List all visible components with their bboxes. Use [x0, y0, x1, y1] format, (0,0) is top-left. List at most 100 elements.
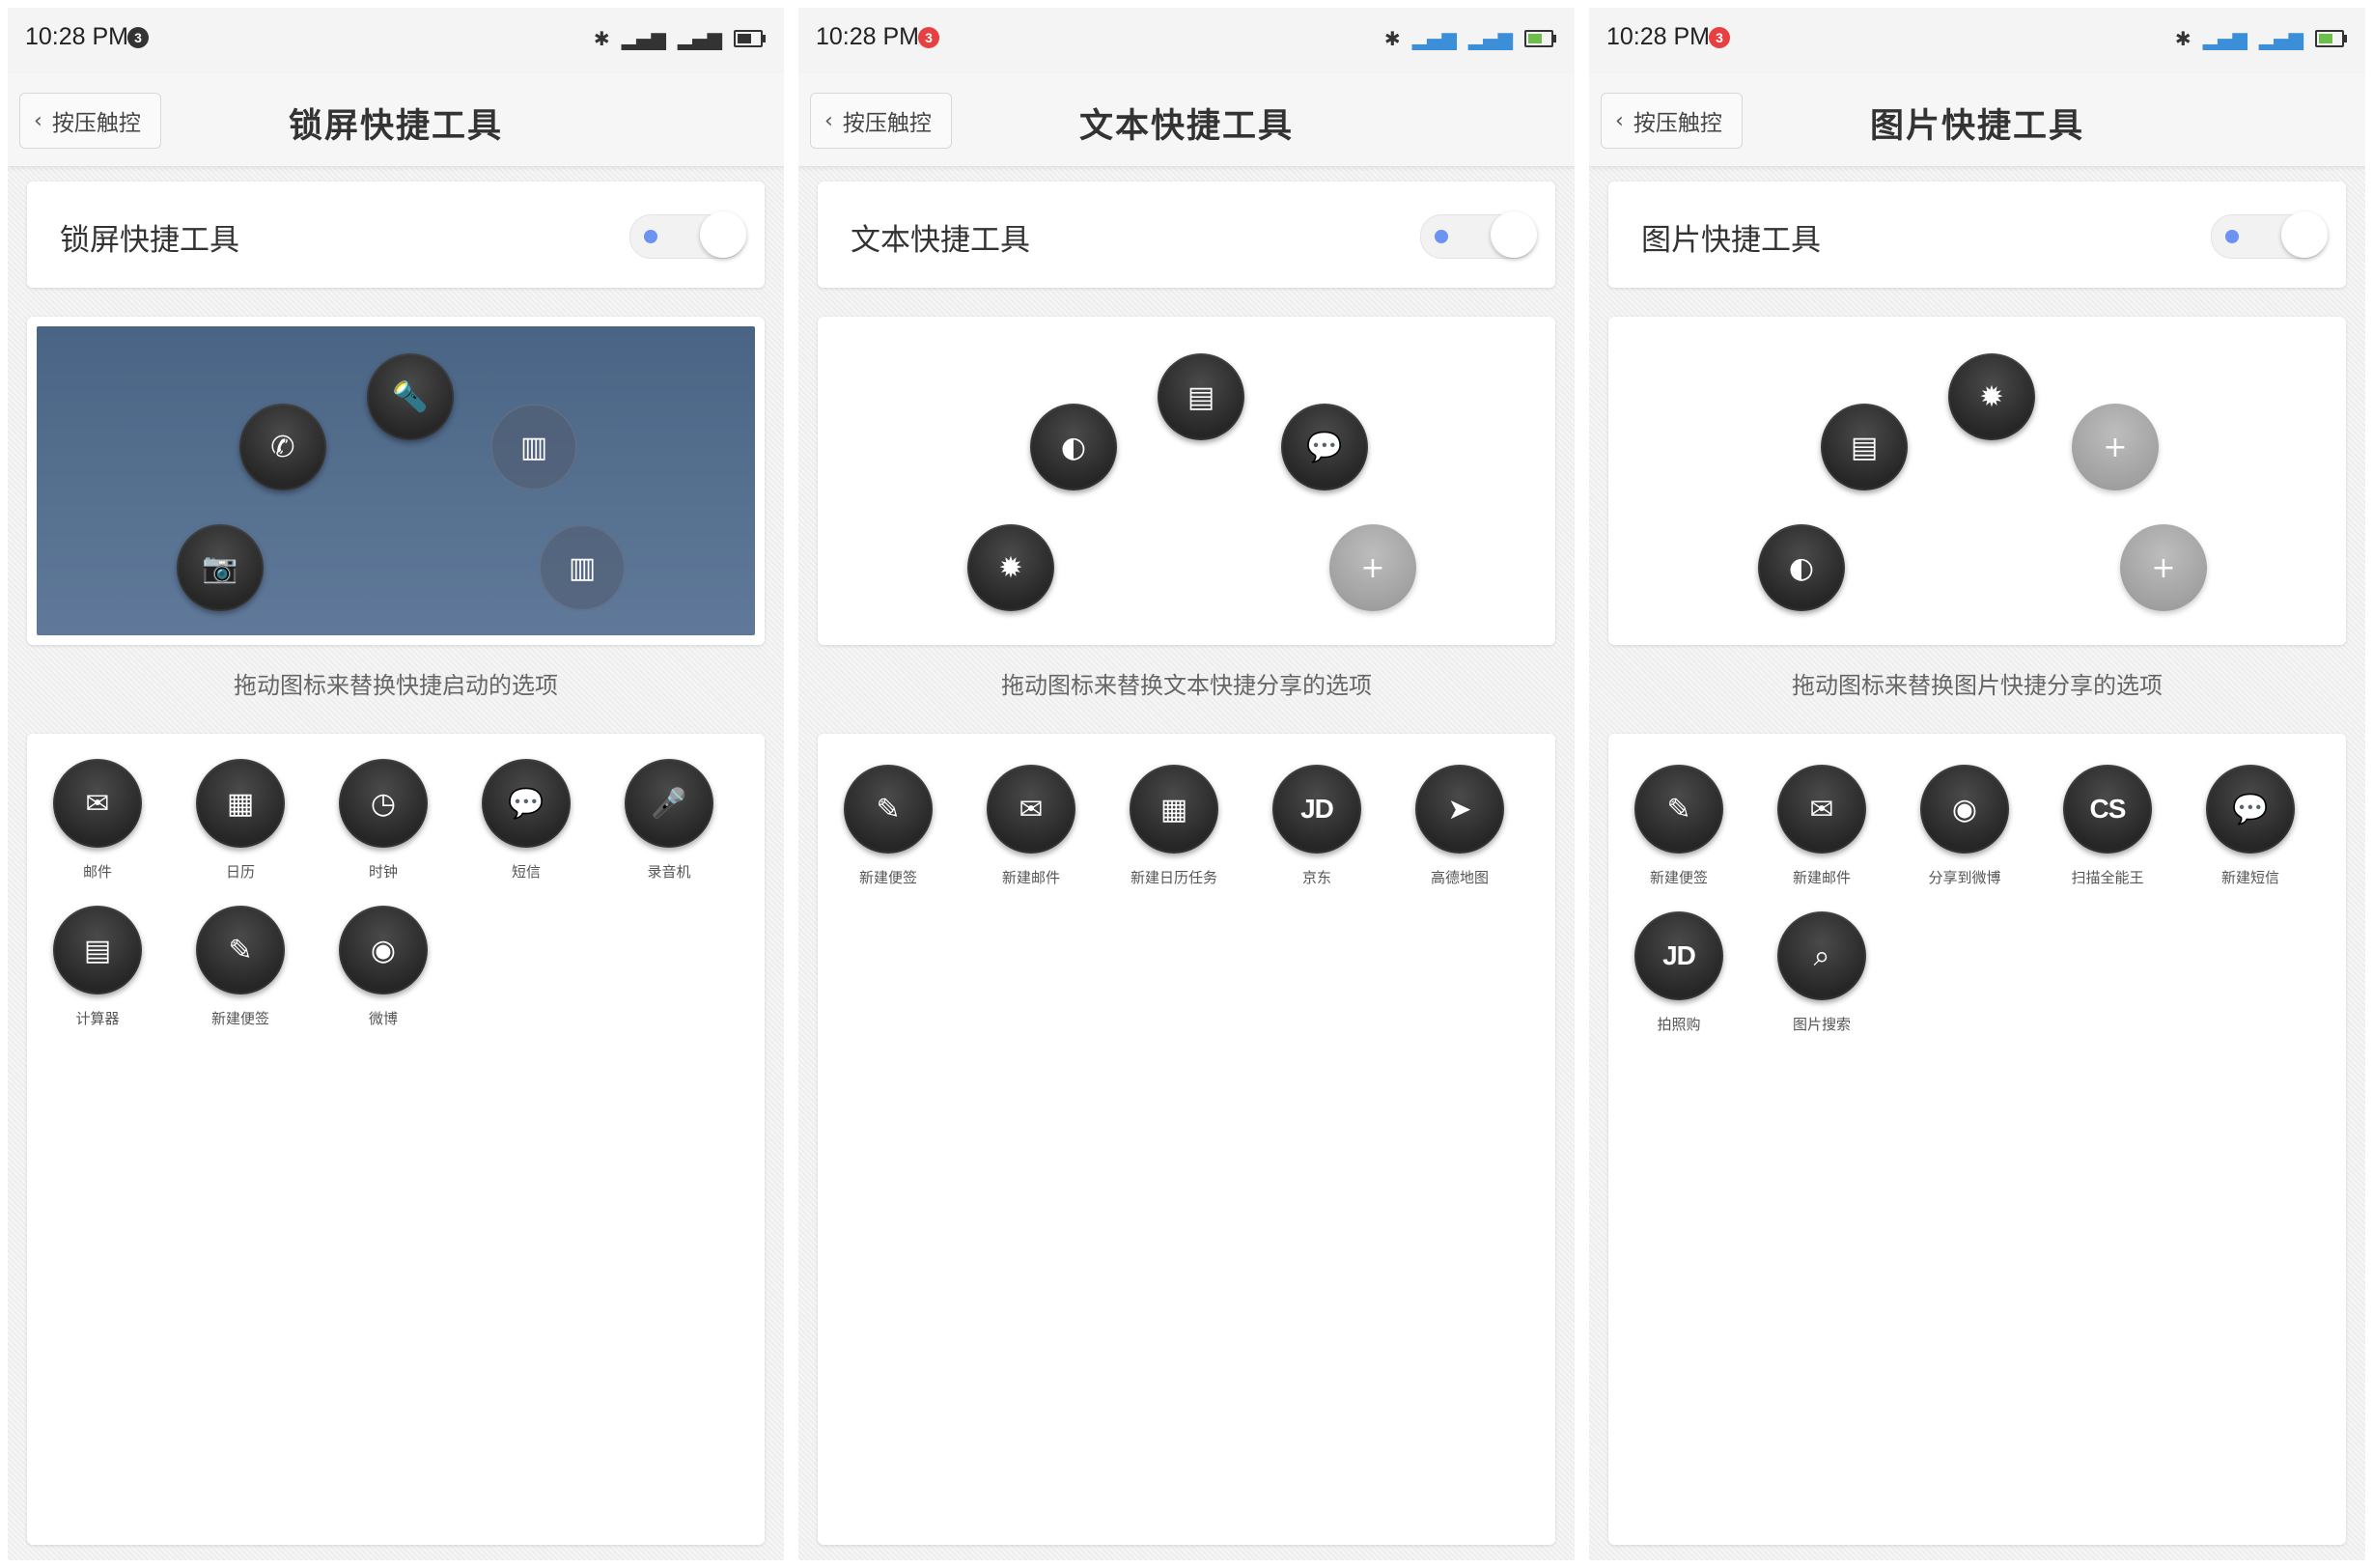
- toggle-icon: ◐: [1788, 550, 1815, 585]
- app-label: 微博: [368, 1010, 398, 1027]
- app-label: 新建短信: [2220, 869, 2279, 886]
- app-item[interactable]: ✉ 新建邮件: [968, 765, 1094, 887]
- flashlight-icon: 🔦: [392, 379, 429, 414]
- app-icon-button[interactable]: 💬: [482, 759, 571, 848]
- app-icon-button[interactable]: ✉: [53, 759, 142, 848]
- feature-toggle-switch[interactable]: [2211, 211, 2328, 259]
- signal-icon: ▂▄▆: [1467, 27, 1513, 50]
- app-icon-button[interactable]: ⌕: [1777, 911, 1866, 1000]
- signal-icon: ▂▄▆: [677, 27, 722, 50]
- battery-icon: [734, 30, 766, 47]
- app-item[interactable]: ◉ 微博: [321, 906, 446, 1028]
- brightness-icon: ✹: [1979, 379, 2004, 414]
- battery-icon: [1524, 30, 1556, 47]
- toggle-label: 图片快捷工具: [1641, 223, 1821, 258]
- app-item[interactable]: ▦ 新建日历任务: [1111, 765, 1237, 887]
- battery-icon: [2315, 30, 2347, 47]
- app-item[interactable]: 💬 短信: [463, 759, 589, 882]
- app-icon-button[interactable]: ✎: [844, 765, 933, 854]
- app-icon-button[interactable]: JD: [1272, 765, 1361, 854]
- available-apps-card: ✎ 新建便签 ✉ 新建邮件 ◉ 分享到微博 CS 扫描全能王 💬 新建短信 JD 拍照购 ⌕ 图片搜索: [1608, 734, 2346, 1545]
- app-icon-button[interactable]: 🎤: [625, 759, 713, 848]
- app-icon-button[interactable]: ◷: [339, 759, 428, 848]
- app-icon-button[interactable]: ✉: [987, 765, 1075, 854]
- microphone-icon: 🎤: [651, 786, 687, 821]
- app-item[interactable]: ◷ 时钟: [321, 759, 446, 882]
- app-icon-button[interactable]: JD: [1634, 911, 1723, 1000]
- preview-slot-toggle-icon[interactable]: ◐: [1030, 404, 1117, 490]
- toggle-icon: ◐: [1060, 430, 1087, 464]
- app-icon-button[interactable]: ◉: [1920, 765, 2009, 854]
- preview-slot-toggle-icon[interactable]: ◐: [1758, 524, 1845, 611]
- app-icon-button[interactable]: ✎: [1634, 765, 1723, 854]
- preview-slot-plus-icon[interactable]: +: [2072, 404, 2159, 490]
- app-item[interactable]: ◉ 分享到微博: [1902, 765, 2027, 887]
- plus-icon: +: [1360, 550, 1385, 585]
- feature-toggle-switch[interactable]: [629, 211, 746, 259]
- app-item[interactable]: CS 扫描全能王: [2045, 765, 2170, 887]
- signal-icon: ▂▄▆: [1411, 27, 1457, 50]
- phone-screen-3: 10:28 PM 3 ✱ ▂▄▆ ▂▄▆ ‹ 按压触控 图片快捷工具 图片快捷工具 ✹ ▤ + ◐ + 拖动…: [1589, 8, 2365, 1560]
- app-label: 录音机: [647, 863, 691, 881]
- shortcut-preview-card: 🔦 ✆ ▥ 📷 ▥: [27, 317, 765, 645]
- app-item[interactable]: ⌕ 图片搜索: [1759, 911, 1884, 1034]
- title-bar: ‹ 按压触控 锁屏快捷工具: [8, 73, 784, 167]
- preview-slot-flashlight-icon[interactable]: 🔦: [367, 353, 454, 440]
- app-icon-button[interactable]: 💬: [2206, 765, 2295, 854]
- preview-slot-brightness-icon[interactable]: ✹: [1948, 353, 2035, 440]
- preview-slot-plus-icon[interactable]: +: [2120, 524, 2207, 611]
- available-apps-card: ✎ 新建便签 ✉ 新建邮件 ▦ 新建日历任务 JD 京东 ➤ 高德地图: [818, 734, 1555, 1545]
- scanner-icon: ▥: [568, 550, 597, 585]
- app-icon-button[interactable]: ➤: [1415, 765, 1504, 854]
- camscanner-icon: CS: [2089, 794, 2127, 824]
- app-item[interactable]: ✎ 新建便签: [178, 906, 303, 1028]
- app-item[interactable]: JD 拍照购: [1616, 911, 1742, 1034]
- status-time: 10:28 PM: [1606, 23, 1711, 50]
- mail-icon: ✉: [1019, 792, 1044, 826]
- switch-knob[interactable]: [700, 211, 746, 258]
- switch-indicator-dot: [1435, 230, 1448, 243]
- translate-icon: ▤: [1850, 430, 1879, 464]
- bluetooth-icon: ✱: [2174, 27, 2192, 50]
- system-icons: ✱ ▂▄▆ ▂▄▆: [2174, 27, 2347, 50]
- app-icon-button[interactable]: ▦: [1130, 765, 1218, 854]
- feature-toggle-switch[interactable]: [1420, 211, 1537, 259]
- app-item[interactable]: 🎤 录音机: [606, 759, 732, 882]
- app-icon-button[interactable]: ▤: [53, 906, 142, 994]
- preview-slot-brightness-icon[interactable]: ✹: [967, 524, 1054, 611]
- app-item[interactable]: ✎ 新建便签: [1616, 765, 1742, 887]
- app-item[interactable]: ➤ 高德地图: [1397, 765, 1522, 887]
- preview-slot-translate-icon[interactable]: ▤: [1158, 353, 1244, 440]
- app-item[interactable]: JD 京东: [1254, 765, 1380, 887]
- preview-slot-scanner-icon[interactable]: ▥: [490, 404, 577, 490]
- drag-hint-text: 拖动图标来替换快捷启动的选项: [234, 672, 558, 699]
- phone-screen-1: 10:28 PM 3 ✱ ▂▄▆ ▂▄▆ ‹ 按压触控 锁屏快捷工具 锁屏快捷工具 🔦 ✆ ▥ 📷 ▥ 拖动…: [8, 8, 784, 1560]
- preview-slot-camera-icon[interactable]: 📷: [177, 524, 264, 611]
- app-item[interactable]: ▦ 日历: [178, 759, 303, 882]
- bluetooth-icon: ✱: [1383, 27, 1401, 50]
- app-icon-button[interactable]: CS: [2063, 765, 2152, 854]
- app-icon-button[interactable]: ◉: [339, 906, 428, 994]
- switch-knob[interactable]: [1491, 211, 1537, 258]
- app-icon-button[interactable]: ▦: [196, 759, 285, 848]
- app-icon-button[interactable]: ✉: [1777, 765, 1866, 854]
- preview-slot-scanner-icon[interactable]: ▥: [539, 524, 626, 611]
- app-item[interactable]: ▤ 计算器: [35, 906, 160, 1028]
- preview-slot-phone-icon[interactable]: ✆: [239, 404, 326, 490]
- preview-slot-message-icon[interactable]: 💬: [1281, 404, 1368, 490]
- app-item[interactable]: ✎ 新建便签: [825, 765, 951, 887]
- status-bar: 10:28 PM 3 ✱ ▂▄▆ ▂▄▆: [8, 8, 784, 73]
- note-edit-icon: ✎: [876, 792, 901, 826]
- app-item[interactable]: ✉ 新建邮件: [1759, 765, 1884, 887]
- app-label: 计算器: [75, 1010, 120, 1027]
- preview-slot-plus-icon[interactable]: +: [1329, 524, 1416, 611]
- app-item[interactable]: 💬 新建短信: [2188, 765, 2313, 887]
- app-icon-button[interactable]: ✎: [196, 906, 285, 994]
- app-label: 邮件: [82, 863, 112, 881]
- switch-knob[interactable]: [2281, 211, 2328, 258]
- app-item[interactable]: ✉ 邮件: [35, 759, 160, 882]
- plus-icon: +: [2151, 550, 2176, 585]
- lockscreen-wallpaper: 🔦 ✆ ▥ 📷 ▥: [37, 326, 755, 635]
- preview-slot-translate-icon[interactable]: ▤: [1821, 404, 1908, 490]
- note-edit-icon: ✎: [228, 933, 253, 967]
